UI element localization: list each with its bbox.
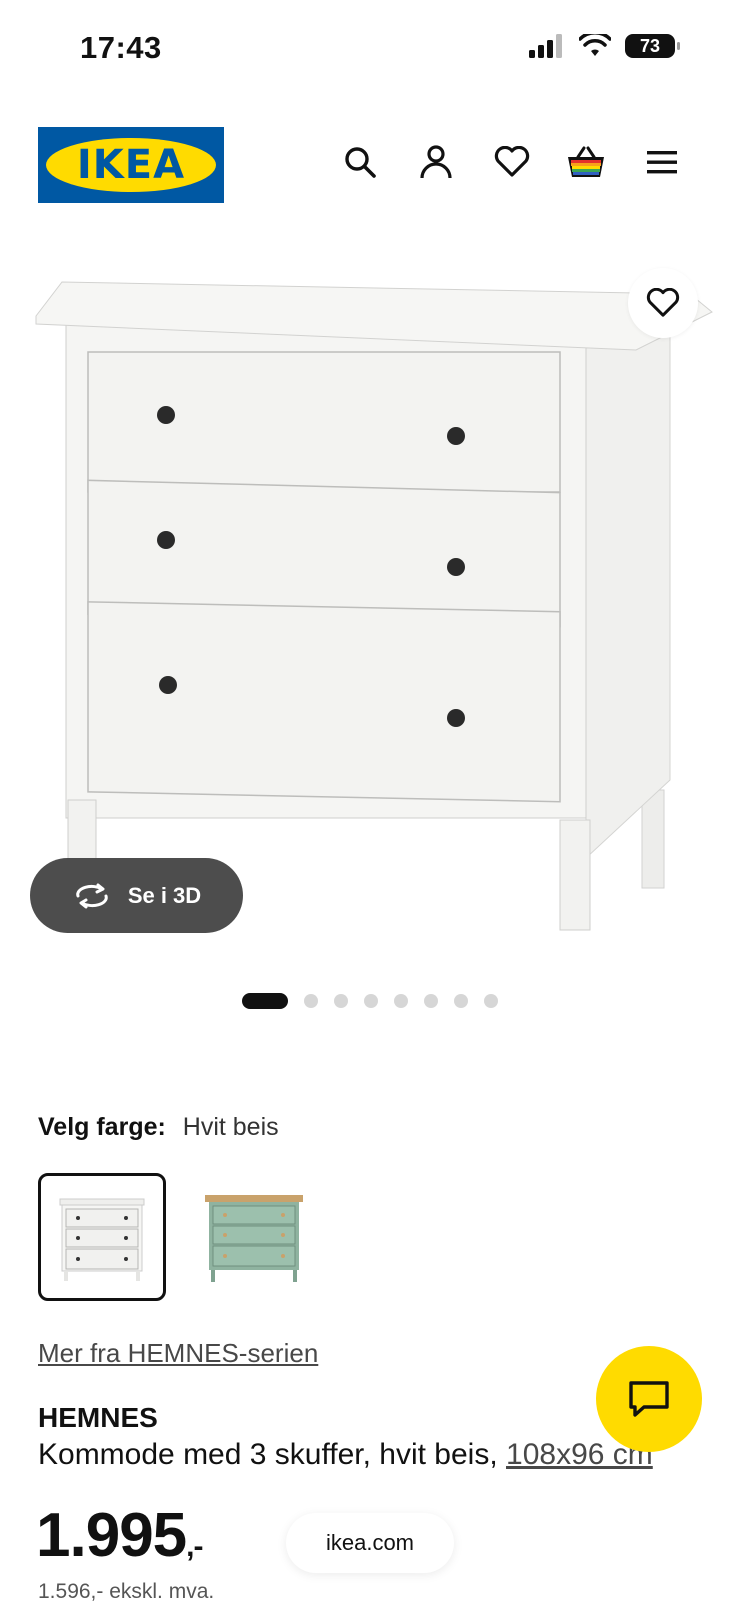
- product-description: Kommode med 3 skuffer, hvit beis, 108x96…: [38, 1438, 653, 1472]
- series-link[interactable]: Mer fra HEMNES-serien: [38, 1338, 318, 1369]
- product-description-text: Kommode med 3 skuffer, hvit beis,: [38, 1438, 507, 1471]
- price-suffix: ,-: [186, 1530, 203, 1563]
- carousel-dot[interactable]: [453, 994, 468, 1008]
- cart-icon[interactable]: [566, 142, 606, 182]
- product-price: 1.995,-: [36, 1500, 204, 1571]
- color-label: Velg farge:: [38, 1113, 166, 1141]
- see-in-3d-button[interactable]: Se i 3D: [30, 858, 243, 933]
- cellular-signal-icon: [529, 34, 562, 58]
- status-icons: 73: [529, 34, 680, 58]
- color-value: Hvit beis: [182, 1113, 279, 1141]
- carousel-dot[interactable]: [423, 994, 438, 1008]
- browser-url-bar[interactable]: ikea.com: [286, 1513, 454, 1573]
- see-in-3d-label: Se i 3D: [127, 882, 202, 908]
- dresser-illustration: [35, 281, 713, 931]
- chat-button[interactable]: [596, 1346, 702, 1452]
- color-swatch-green[interactable]: [190, 1173, 318, 1301]
- ikea-logo[interactable]: IKEA: [38, 127, 224, 203]
- price-excl-vat: 1.596,- ekskl. mva.: [38, 1580, 215, 1603]
- favourites-icon[interactable]: [492, 142, 532, 182]
- color-swatch-white[interactable]: [38, 1173, 166, 1301]
- carousel-dot[interactable]: [483, 994, 498, 1008]
- white-dresser-thumbnail: [59, 1198, 145, 1281]
- heart-icon: [646, 288, 680, 317]
- image-carousel-dots[interactable]: [0, 993, 739, 1009]
- search-icon[interactable]: [340, 142, 380, 182]
- wifi-icon: [579, 34, 611, 56]
- carousel-dot[interactable]: [241, 993, 288, 1009]
- account-icon[interactable]: [416, 142, 456, 182]
- carousel-dot[interactable]: [333, 994, 348, 1008]
- color-selector-label: Velg farge: Hvit beis: [38, 1113, 279, 1142]
- rotate-3d-icon: [76, 883, 108, 908]
- green-dresser-thumbnail: [205, 1195, 303, 1282]
- carousel-dot[interactable]: [363, 994, 378, 1008]
- logo-text: IKEA: [76, 142, 186, 188]
- product-image[interactable]: [0, 260, 739, 940]
- status-time: 17:43: [80, 30, 162, 65]
- carousel-dot[interactable]: [393, 994, 408, 1008]
- price-value: 1.995: [36, 1501, 187, 1570]
- carousel-dot[interactable]: [303, 994, 318, 1008]
- add-to-favourites-button[interactable]: [628, 268, 698, 338]
- battery-icon: 73: [625, 34, 680, 58]
- product-name: HEMNES: [38, 1402, 158, 1433]
- chat-icon: [629, 1381, 669, 1417]
- menu-icon[interactable]: [642, 142, 682, 182]
